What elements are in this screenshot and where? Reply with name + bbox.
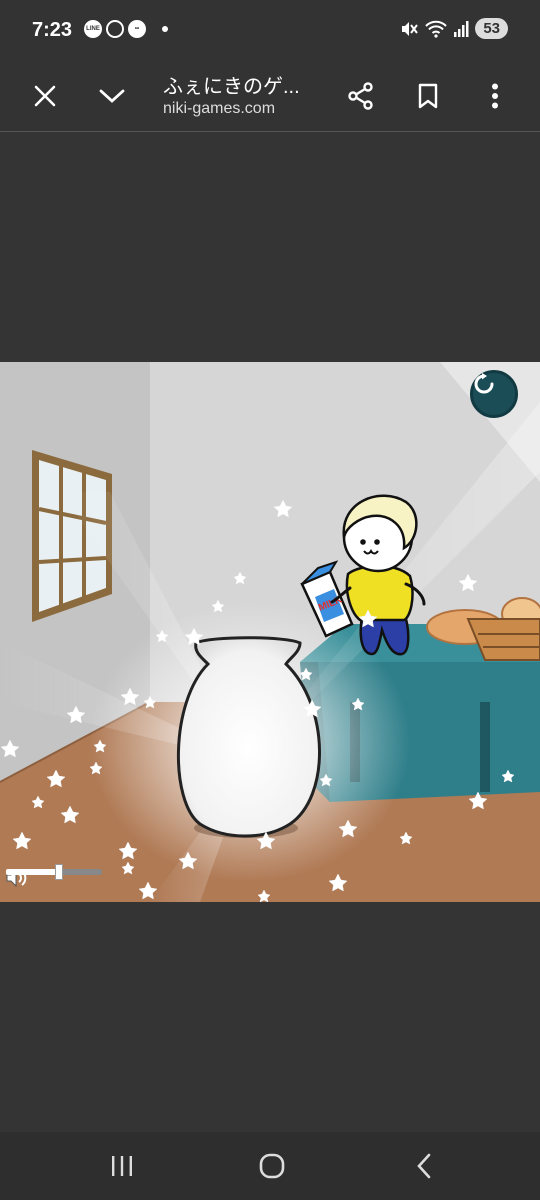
back-icon — [417, 1153, 431, 1179]
game-canvas[interactable]: MILK — [0, 362, 540, 902]
chat-bubble-icon — [106, 20, 124, 38]
chevron-down-icon — [99, 89, 125, 103]
signal-icon — [454, 20, 469, 37]
bookmark-icon — [418, 83, 438, 109]
back-button[interactable] — [402, 1148, 446, 1184]
more-options-button[interactable] — [473, 74, 517, 118]
status-time: 7:23 — [32, 19, 73, 41]
wifi-icon — [425, 20, 448, 38]
line-icon: LINE — [84, 20, 102, 38]
recents-button[interactable] — [100, 1148, 144, 1184]
page-url[interactable]: niki-games.com — [163, 100, 275, 118]
close-icon — [34, 85, 56, 107]
status-bar: 7:23 LINE •• 53 — [0, 0, 540, 60]
bookmark-button[interactable] — [406, 74, 450, 118]
browser-toolbar: ふぇにきのゲ... niki-games.com — [0, 60, 540, 132]
notification-icons: LINE •• — [84, 20, 168, 38]
reload-button[interactable] — [470, 370, 518, 418]
home-icon — [259, 1153, 285, 1179]
battery-level: 53 — [475, 18, 508, 39]
system-icons: 53 — [399, 18, 508, 39]
system-navigation-bar — [0, 1132, 540, 1200]
volume-control[interactable] — [6, 864, 102, 887]
eyes-icon: •• — [128, 20, 146, 38]
close-button[interactable] — [23, 74, 67, 118]
volume-slider[interactable] — [6, 864, 102, 880]
home-button[interactable] — [250, 1148, 294, 1184]
volume-thumb[interactable] — [54, 864, 63, 880]
more-vert-icon — [492, 83, 498, 109]
more-notifications-dot — [162, 26, 168, 32]
mute-icon — [402, 21, 419, 36]
game-scene[interactable]: MILK — [0, 362, 540, 902]
volume-fill — [6, 869, 59, 875]
share-button[interactable] — [339, 74, 383, 118]
recents-icon — [112, 1156, 132, 1176]
page-title[interactable]: ふぇにきのゲ... — [163, 70, 323, 99]
share-icon — [348, 82, 373, 110]
minimize-button[interactable] — [90, 74, 134, 118]
reload-icon — [474, 373, 494, 394]
